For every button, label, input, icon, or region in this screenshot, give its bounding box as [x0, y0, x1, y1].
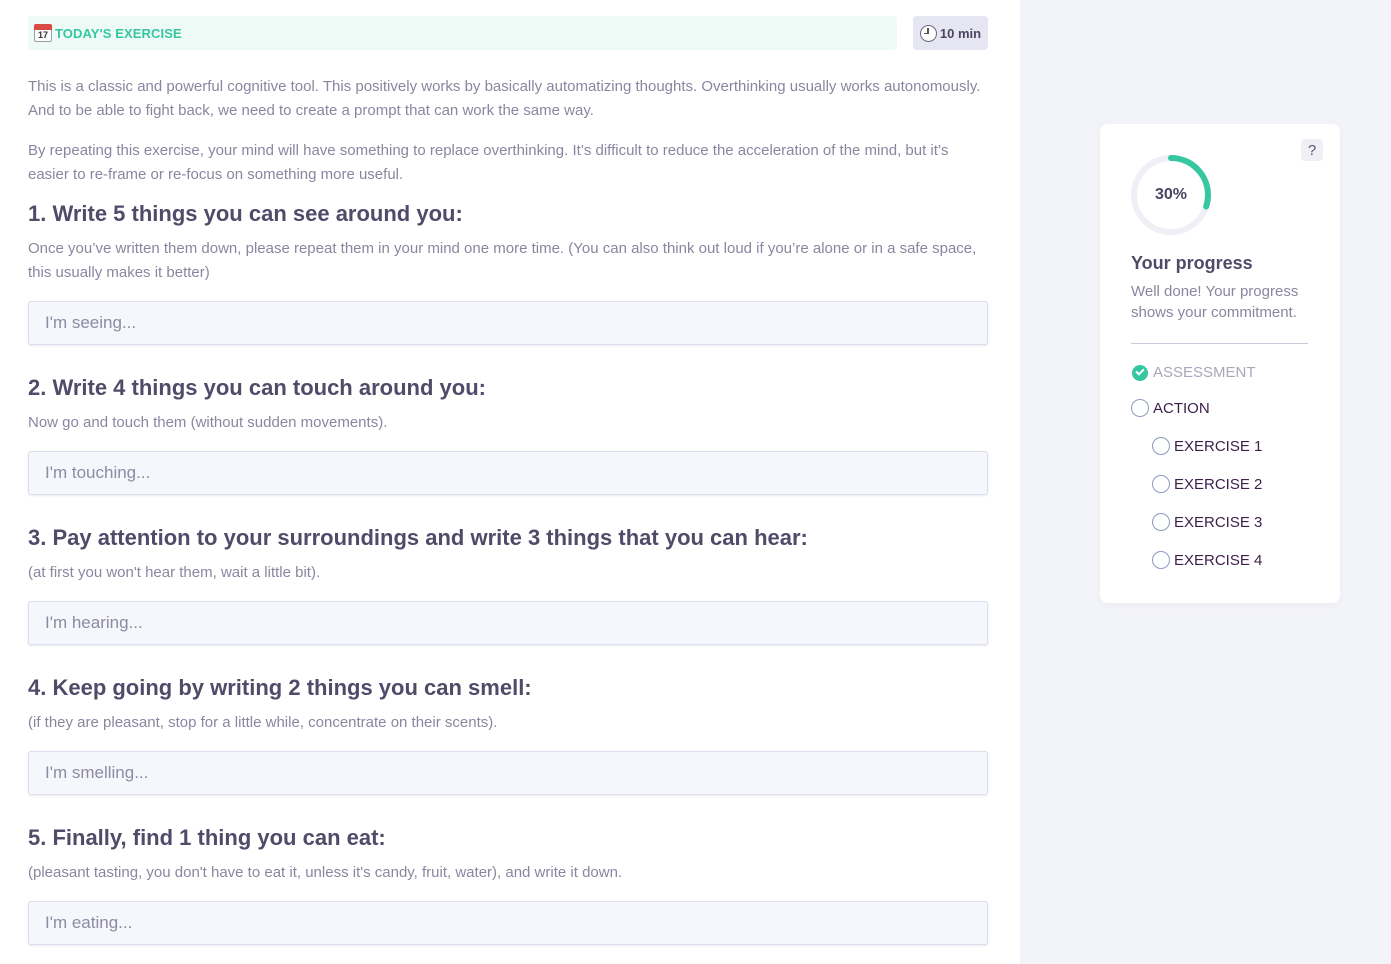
clock-icon — [919, 24, 937, 42]
hearing-input[interactable] — [28, 601, 988, 645]
step-5-title: 5. Finally, find 1 thing you can eat: — [28, 825, 386, 850]
step-item-assessment[interactable]: ASSESSMENT — [1132, 364, 1256, 381]
seeing-input[interactable] — [28, 301, 988, 345]
progress-percent: 30% — [1154, 186, 1188, 203]
radio-circle-icon — [1152, 551, 1170, 569]
step-item-exercise-4[interactable]: EXERCISE 4 — [1152, 551, 1262, 569]
todays-exercise-header: 17 TODAY'S EXERCISE — [28, 16, 897, 50]
step-item-label: EXERCISE 3 — [1174, 513, 1263, 531]
divider — [1131, 343, 1308, 344]
step-5-description: (pleasant tasting, you don't have to eat… — [28, 864, 623, 881]
eating-input[interactable] — [28, 901, 988, 945]
step-item-label: EXERCISE 2 — [1174, 475, 1263, 493]
progress-card: ? 30% Your progress Well done! Your prog… — [1100, 124, 1340, 603]
step-item-action[interactable]: ACTION — [1131, 399, 1210, 417]
radio-circle-icon — [1131, 399, 1149, 417]
calendar-day: 17 — [37, 30, 48, 40]
progress-description: Well done! Your progress shows your comm… — [1131, 283, 1299, 321]
radio-circle-icon — [1152, 475, 1170, 493]
smelling-input[interactable] — [28, 751, 988, 795]
step-3-description: (at first you won't hear them, wait a li… — [28, 564, 321, 581]
step-item-exercise-1[interactable]: EXERCISE 1 — [1152, 437, 1262, 455]
step-item-label: ACTION — [1153, 399, 1210, 417]
step-item-label: ASSESSMENT — [1153, 364, 1256, 381]
step-1-description: Once you’ve written them down, please re… — [28, 240, 977, 281]
help-button[interactable]: ? — [1301, 139, 1323, 161]
progress-title: Your progress — [1131, 253, 1253, 273]
check-circle-icon — [1132, 364, 1148, 381]
intro-paragraph-2: By repeating this exercise, your mind wi… — [28, 142, 949, 183]
step-item-label: EXERCISE 4 — [1174, 551, 1263, 569]
step-item-exercise-2[interactable]: EXERCISE 2 — [1152, 475, 1262, 493]
side-panel: ? 30% Your progress Well done! Your prog… — [1020, 0, 1391, 964]
exercise-page: 17 TODAY'S EXERCISE 10 min This is a cla… — [0, 0, 1391, 964]
step-3-title: 3. Pay attention to your surroundings an… — [28, 525, 808, 550]
step-4-description: (if they are pleasant, stop for a little… — [28, 714, 498, 731]
header-title: TODAY'S EXERCISE — [55, 25, 182, 41]
step-item-label: EXERCISE 1 — [1174, 437, 1263, 455]
main-content: 17 TODAY'S EXERCISE 10 min This is a cla… — [0, 0, 1020, 964]
step-1-title: 1. Write 5 things you can see around you… — [28, 201, 463, 226]
step-2-title: 2. Write 4 things you can touch around y… — [28, 375, 486, 400]
radio-circle-icon — [1152, 437, 1170, 455]
step-2-description: Now go and touch them (without sudden mo… — [28, 414, 388, 431]
duration-label: 10 min — [939, 25, 982, 41]
step-4-title: 4. Keep going by writing 2 things you ca… — [28, 675, 532, 700]
duration-badge: 10 min — [913, 16, 988, 50]
radio-circle-icon — [1152, 513, 1170, 531]
touching-input[interactable] — [28, 451, 988, 495]
step-item-exercise-3[interactable]: EXERCISE 3 — [1152, 513, 1262, 531]
intro-paragraph-1: This is a classic and powerful cognitive… — [28, 78, 981, 119]
calendar-icon: 17 — [34, 24, 52, 42]
